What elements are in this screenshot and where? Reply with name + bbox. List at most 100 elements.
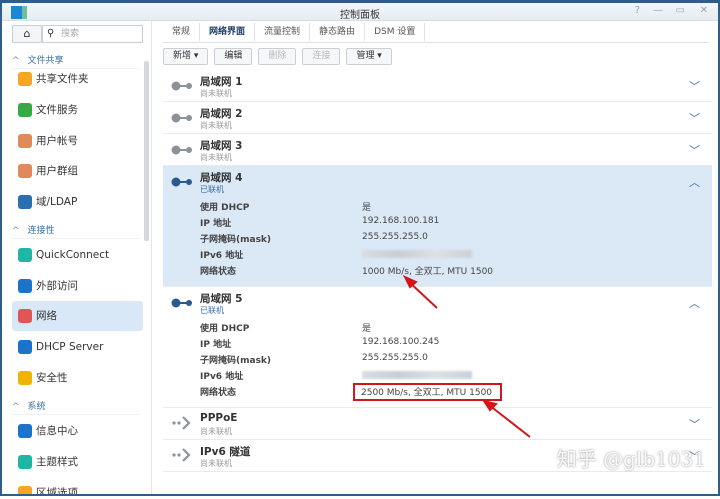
- sidebar-item[interactable]: 外部访问: [12, 271, 143, 301]
- sidebar-item-label: 域/LDAP: [36, 196, 77, 208]
- interface-name: IPv6 隧道: [200, 444, 250, 459]
- interface-row[interactable]: 局域网 3尚未联机 ﹀: [163, 134, 712, 166]
- interface-name: 局域网 3: [200, 138, 242, 153]
- detail-value: 1000 Mb/s, 全双工, MTU 1500: [362, 264, 493, 277]
- home-button[interactable]: ⌂: [12, 25, 42, 43]
- sidebar-item-label: DHCP Server: [36, 341, 103, 353]
- detail-value: 192.168.100.245: [362, 337, 439, 347]
- chevron-up-icon: ^: [12, 402, 20, 412]
- window-title: 控制面板: [2, 6, 718, 21]
- sidebar-item[interactable]: 共享文件夹: [12, 64, 143, 94]
- interface-row-header[interactable]: 局域网 2尚未联机﹀: [163, 102, 712, 133]
- toolbar-button[interactable]: 连接: [302, 48, 340, 65]
- palette-icon: [18, 455, 32, 469]
- sidebar-item[interactable]: 用户帐号: [12, 126, 143, 156]
- sidebar-item[interactable]: 网络: [12, 301, 143, 331]
- interface-list: 局域网 1尚未联机﹀局域网 2尚未联机﹀局域网 3尚未联机﹀局域网 4已联机︿使…: [163, 70, 712, 472]
- interface-row-header[interactable]: 局域网 1尚未联机﹀: [163, 70, 712, 101]
- interface-row[interactable]: 局域网 2尚未联机﹀: [163, 102, 712, 134]
- detail-row: 子网掩码(mask) 255.255.255.0: [200, 353, 712, 369]
- sidebar-item[interactable]: 域/LDAP: [12, 187, 143, 217]
- interface-row-header[interactable]: PPPoE尚未联机﹀: [163, 408, 712, 439]
- sidebar-item[interactable]: 信息中心: [12, 416, 143, 446]
- chevron-down-icon[interactable]: ﹀: [689, 416, 700, 432]
- interface-details: 使用 DHCP是IP 地址192.168.100.181子网掩码(mask)25…: [163, 197, 712, 286]
- region-icon: [18, 486, 32, 494]
- ethernet-icon: [171, 177, 193, 187]
- ipv6-address-blurred: [362, 369, 472, 382]
- interface-row[interactable]: 局域网 4已联机︿使用 DHCP是IP 地址192.168.100.181子网掩…: [163, 166, 712, 287]
- interface-row[interactable]: 局域网 5已联机︿使用 DHCP是IP 地址192.168.100.245子网掩…: [163, 287, 712, 408]
- sidebar-item[interactable]: 文件服务: [12, 95, 143, 125]
- detail-label: 网络状态: [200, 264, 236, 277]
- search-icon: ⚲: [47, 26, 54, 42]
- detail-label: IPv6 地址: [200, 248, 243, 261]
- tab-item[interactable]: 流量控制: [255, 23, 310, 41]
- tab-item[interactable]: 静态路由: [310, 23, 365, 41]
- sidebar-item[interactable]: QuickConnect: [12, 240, 143, 270]
- tab-item[interactable]: 网络界面: [200, 23, 255, 41]
- sidebar-item[interactable]: 区域选项: [12, 478, 143, 494]
- sidebar-item-label: 共享文件夹: [36, 73, 89, 85]
- chevron-up-icon[interactable]: ︿: [689, 295, 700, 311]
- sidebar-scrollbar[interactable]: [144, 61, 149, 241]
- interface-status: 尚未联机: [200, 120, 232, 131]
- interface-row[interactable]: 局域网 1尚未联机﹀: [163, 70, 712, 102]
- interface-row-header[interactable]: 局域网 4已联机︿: [163, 166, 712, 197]
- toolbar-button[interactable]: 编辑: [214, 48, 252, 65]
- toolbar-button[interactable]: 管理 ▾: [346, 48, 391, 65]
- interface-details: 使用 DHCP是IP 地址192.168.100.245子网掩码(mask)25…: [163, 318, 712, 407]
- sidebar-item[interactable]: 安全性: [12, 363, 143, 393]
- interface-row-header[interactable]: 局域网 3尚未联机 ﹀: [163, 134, 712, 165]
- sidebar-item-label: 主题样式: [36, 456, 78, 468]
- sidebar-section-header[interactable]: ^连接性: [12, 223, 140, 239]
- title-bar[interactable]: 控制面板 ? — ▭ ✕: [2, 3, 718, 21]
- chevron-up-icon[interactable]: ︿: [689, 174, 700, 190]
- sidebar-item[interactable]: DHCP Server: [12, 332, 143, 362]
- toolbar-button[interactable]: 新增 ▾: [163, 48, 208, 65]
- detail-label: IP 地址: [200, 337, 231, 350]
- close-icon[interactable]: ✕: [700, 5, 708, 16]
- ethernet-icon: [171, 145, 193, 155]
- tab-bar: 常规网络界面流量控制静态路由DSM 设置: [163, 23, 425, 41]
- dhcp-icon: [18, 340, 32, 354]
- detail-value: 是: [362, 321, 371, 334]
- toolbar-button[interactable]: 删除: [258, 48, 296, 65]
- sidebar-item[interactable]: 主题样式: [12, 447, 143, 477]
- detail-value: 192.168.100.181: [362, 216, 439, 226]
- tab-item[interactable]: 常规: [163, 23, 200, 41]
- sidebar-item[interactable]: 用户群组: [12, 156, 143, 186]
- detail-label: 网络状态: [200, 385, 236, 398]
- interface-status: 已联机: [200, 305, 224, 316]
- interface-row-header[interactable]: 局域网 5已联机︿: [163, 287, 712, 318]
- detail-value: 255.255.255.0: [362, 353, 428, 363]
- sidebar-section-label: 连接性: [28, 226, 55, 236]
- sidebar-item-label: 安全性: [36, 372, 68, 384]
- search-input[interactable]: ⚲搜索: [42, 25, 143, 43]
- ethernet-icon: [171, 298, 193, 308]
- tunnel-icon: [171, 419, 193, 429]
- home-icon: ⌂: [24, 27, 31, 40]
- interface-status: 尚未联机: [200, 152, 232, 163]
- chevron-down-icon[interactable]: ﹀: [689, 78, 700, 94]
- sidebar-item-label: 文件服务: [36, 104, 78, 116]
- detail-label: IPv6 地址: [200, 369, 243, 382]
- network-home-icon: [18, 309, 32, 323]
- sidebar-section-label: 系统: [28, 402, 46, 412]
- control-panel-window: 控制面板 ? — ▭ ✕ ⌂ ⚲搜索 ^文件共享共享文件夹文件服务用户帐号用户群…: [0, 0, 720, 496]
- detail-label: 子网掩码(mask): [200, 353, 271, 366]
- minimize-icon[interactable]: —: [653, 5, 663, 16]
- shield-icon: [18, 371, 32, 385]
- tab-item[interactable]: DSM 设置: [365, 23, 425, 41]
- sidebar-item-label: QuickConnect: [36, 249, 109, 261]
- user-icon: [18, 134, 32, 148]
- help-icon[interactable]: ?: [635, 5, 640, 16]
- maximize-icon[interactable]: ▭: [676, 5, 685, 16]
- detail-value: 2500 Mb/s, 全双工, MTU 1500: [353, 383, 502, 401]
- sidebar-section-header[interactable]: ^ 系统: [12, 399, 140, 415]
- chevron-down-icon[interactable]: ﹀: [689, 142, 700, 158]
- chevron-down-icon[interactable]: ﹀: [689, 110, 700, 126]
- interface-row[interactable]: PPPoE尚未联机﹀: [163, 408, 712, 440]
- sidebar-item-label: 网络: [36, 310, 57, 322]
- detail-row: IP 地址192.168.100.181: [200, 216, 712, 232]
